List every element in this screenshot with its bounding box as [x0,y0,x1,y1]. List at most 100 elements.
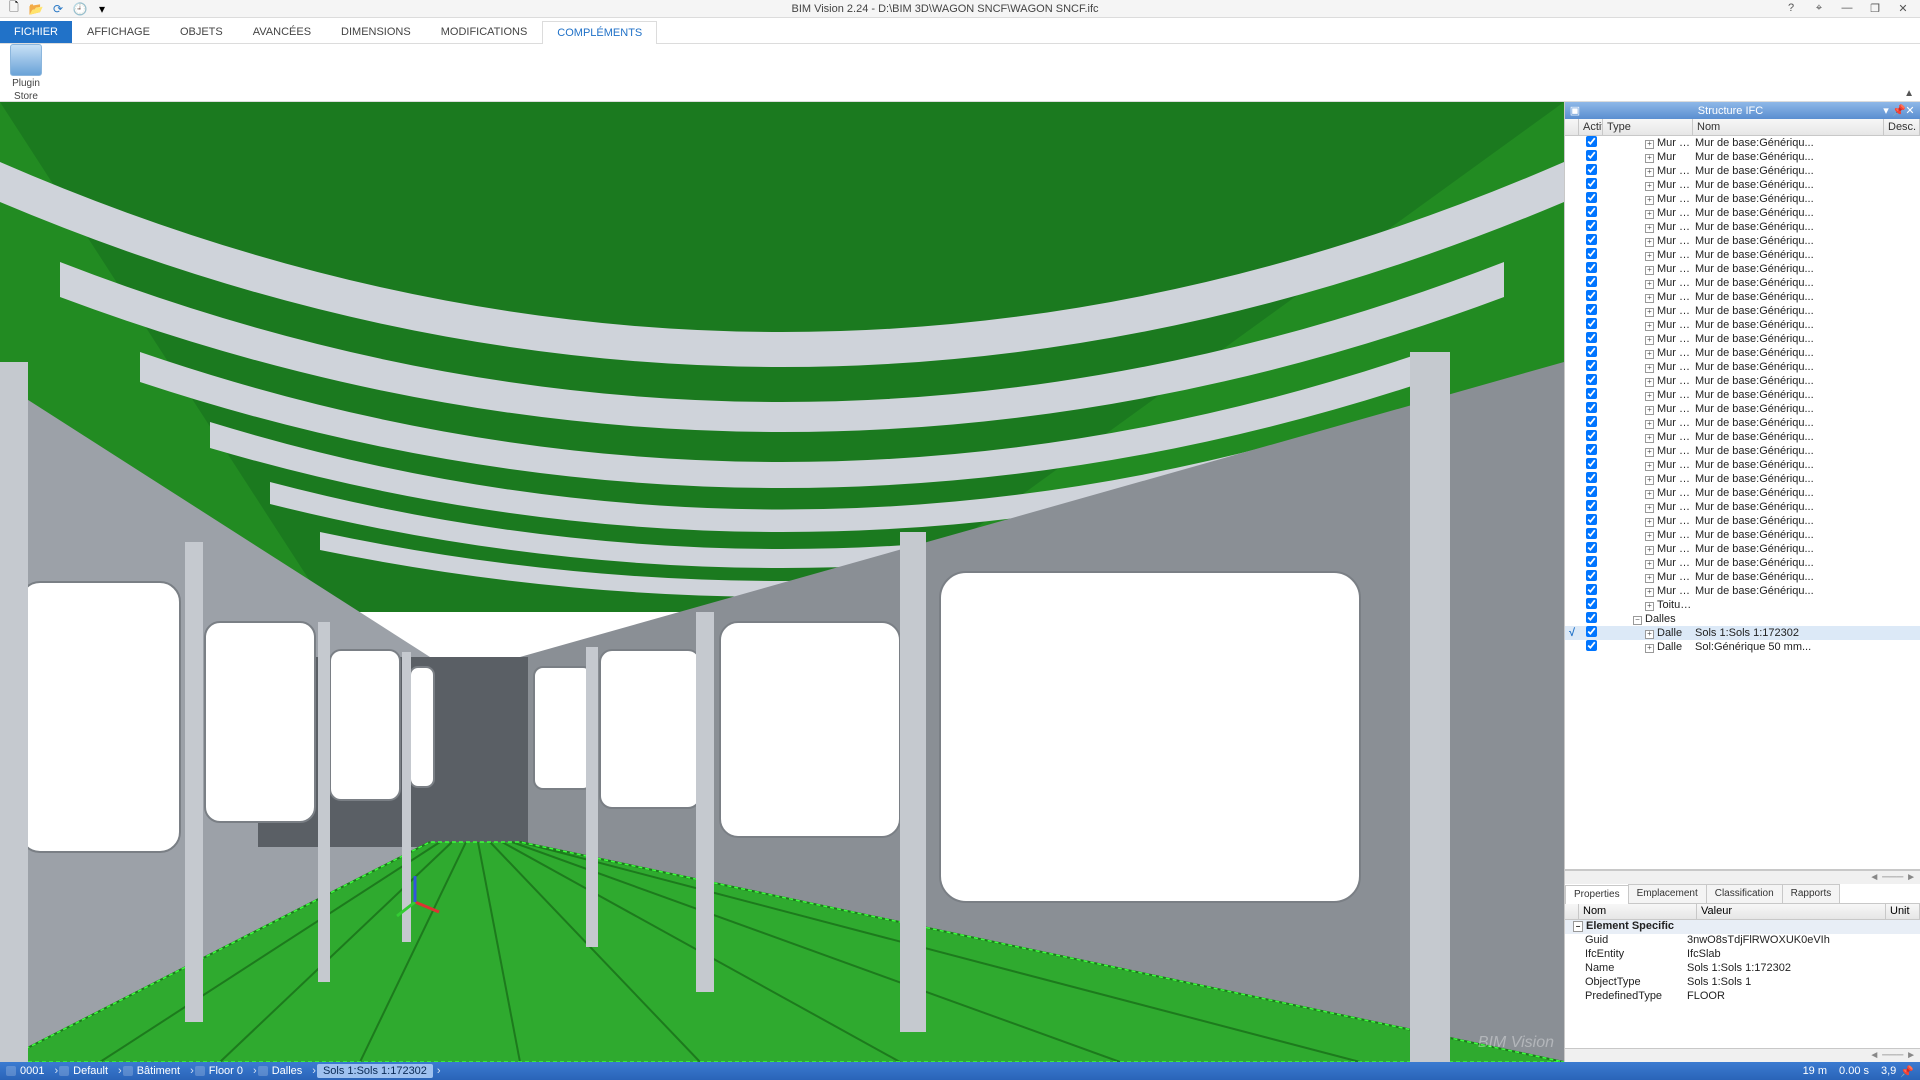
tree-row[interactable]: +Mur sta...Mur de base:Génériqu... [1565,346,1920,360]
file-tab[interactable]: FICHIER [0,21,72,43]
status-doc[interactable]: 0001 [6,1065,44,1077]
tree-checkbox[interactable] [1586,220,1597,231]
tree-row[interactable]: +Mur sta...Mur de base:Génériqu... [1565,402,1920,416]
tree-row[interactable]: +Mur sta...Mur de base:Génériqu... [1565,444,1920,458]
expand-icon[interactable]: + [1645,406,1654,415]
expand-icon[interactable]: + [1645,182,1654,191]
expand-icon[interactable]: + [1645,224,1654,233]
tree-checkbox[interactable] [1586,150,1597,161]
tree-hscroll[interactable]: ◄ ─── ► [1565,870,1920,884]
prop-hscroll[interactable]: ◄ ─── ► [1565,1048,1920,1062]
tree-row[interactable]: −Dalles [1565,612,1920,626]
tree-checkbox[interactable] [1586,542,1597,553]
properties-body[interactable]: −Element SpecificGuid3nwO8sTdjFlRWOXUK0e… [1565,920,1920,1048]
panel-pin-icon[interactable]: 📌 [1892,104,1904,117]
expand-icon[interactable]: + [1645,266,1654,275]
expand-icon[interactable]: + [1645,322,1654,331]
tree-checkbox[interactable] [1586,472,1597,483]
tree-checkbox[interactable] [1586,164,1597,175]
expand-icon[interactable]: + [1645,238,1654,247]
expand-icon[interactable]: + [1645,434,1654,443]
properties-tab-emplacement[interactable]: Emplacement [1628,884,1707,903]
qa-more-icon[interactable]: ▾ [94,1,110,17]
expand-icon[interactable]: + [1645,448,1654,457]
properties-tab-classification[interactable]: Classification [1706,884,1783,903]
tree-checkbox[interactable] [1586,500,1597,511]
tree-checkbox[interactable] [1586,290,1597,301]
tree-row[interactable]: +Mur sta...Mur de base:Génériqu... [1565,500,1920,514]
tree-row[interactable]: +Mur sta...Mur de base:Génériqu... [1565,430,1920,444]
tree-row[interactable]: +Mur sta...Mur de base:Génériqu... [1565,178,1920,192]
ribbon-tab-modifications[interactable]: MODIFICATIONS [426,20,543,43]
properties-tab-rapports[interactable]: Rapports [1782,884,1841,903]
expand-icon[interactable]: + [1645,350,1654,359]
tree-checkbox[interactable] [1586,640,1597,651]
tree-row[interactable]: +Mur sta...Mur de base:Génériqu... [1565,486,1920,500]
target-icon[interactable]: ⌖ [1812,2,1826,15]
prop-row[interactable]: Guid3nwO8sTdjFlRWOXUK0eVIh [1565,934,1920,948]
expand-icon[interactable]: + [1645,532,1654,541]
new-doc-icon[interactable]: 🗋 [6,1,22,17]
expand-icon[interactable]: + [1645,546,1654,555]
ribbon-tab-affichage[interactable]: AFFICHAGE [72,20,165,43]
tree-row[interactable]: +Mur sta...Mur de base:Génériqu... [1565,472,1920,486]
close-icon[interactable]: ✕ [1896,2,1910,15]
tree-row[interactable]: +Mur sta...Mur de base:Génériqu... [1565,304,1920,318]
col-type[interactable]: Type [1603,119,1693,135]
status-pin-icon[interactable]: 📌 [1900,1065,1914,1078]
expand-icon[interactable]: + [1645,574,1654,583]
tree-row[interactable]: +Mur sta...Mur de base:Génériqu... [1565,206,1920,220]
tree-checkbox[interactable] [1586,570,1597,581]
tree-row[interactable]: +Mur sta...Mur de base:Génériqu... [1565,136,1920,150]
help-icon[interactable]: ? [1784,2,1798,15]
expand-icon[interactable]: + [1645,476,1654,485]
status-selection[interactable]: Sols 1:Sols 1:172302 [317,1064,433,1078]
expand-icon[interactable]: + [1645,462,1654,471]
tree-checkbox[interactable] [1586,402,1597,413]
prop-expand-col[interactable] [1565,904,1579,919]
properties-tab-properties[interactable]: Properties [1565,885,1629,904]
panel-close-icon[interactable]: ✕ [1904,104,1916,117]
tree-checkbox[interactable] [1586,374,1597,385]
tree-checkbox[interactable] [1586,388,1597,399]
tree-checkbox[interactable] [1586,458,1597,469]
restore-icon[interactable]: ❐ [1868,2,1882,15]
tree-row[interactable]: +Mur sta...Mur de base:Génériqu... [1565,192,1920,206]
expand-icon[interactable]: + [1645,518,1654,527]
tree-checkbox[interactable] [1586,430,1597,441]
tree-checkbox[interactable] [1586,612,1597,623]
expand-icon[interactable]: + [1645,308,1654,317]
tree-checkbox[interactable] [1586,206,1597,217]
col-desc[interactable]: Desc. [1884,119,1920,135]
tree-row[interactable]: +Mur sta...Mur de base:Génériqu... [1565,234,1920,248]
tree-row[interactable]: +Mur sta...Mur de base:Génériqu... [1565,556,1920,570]
expand-icon[interactable]: + [1645,252,1654,261]
status-crumb[interactable]: Default [59,1065,108,1077]
expand-icon[interactable]: + [1645,392,1654,401]
ribbon-tab-compléments[interactable]: COMPLÉMENTS [542,21,657,44]
structure-panel-header[interactable]: ▣ Structure IFC ▾ 📌 ✕ [1565,102,1920,119]
tree-checkbox[interactable] [1586,556,1597,567]
expand-icon[interactable]: + [1645,210,1654,219]
col-actif[interactable]: Actif [1579,119,1603,135]
tree-row[interactable]: +Mur sta...Mur de base:Génériqu... [1565,374,1920,388]
prop-row[interactable]: PredefinedTypeFLOOR [1565,990,1920,1004]
expand-icon[interactable]: + [1645,644,1654,653]
history-icon[interactable]: 🕘 [72,1,88,17]
tree-row[interactable]: +Mur sta...Mur de base:Génériqu... [1565,570,1920,584]
tree-row[interactable]: √+DalleSols 1:Sols 1:172302 [1565,626,1920,640]
prop-col-value[interactable]: Valeur [1697,904,1886,919]
collapse-icon[interactable]: − [1573,921,1583,932]
tree-row[interactable]: +Mur sta...Mur de base:Génériqu... [1565,262,1920,276]
tree-header[interactable]: Actif Type Nom Desc. [1565,119,1920,136]
tree-row[interactable]: +Mur sta...Mur de base:Génériqu... [1565,220,1920,234]
minimize-icon[interactable]: — [1840,2,1854,15]
tree-checkbox[interactable] [1586,360,1597,371]
tree-checkbox[interactable] [1586,262,1597,273]
tree-row[interactable]: +Mur sta...Mur de base:Génériqu... [1565,290,1920,304]
tree-checkbox[interactable] [1586,416,1597,427]
prop-row[interactable]: NameSols 1:Sols 1:172302 [1565,962,1920,976]
tree-checkbox[interactable] [1586,528,1597,539]
tree-row[interactable]: +Mur sta...Mur de base:Génériqu... [1565,332,1920,346]
tree-checkbox[interactable] [1586,234,1597,245]
